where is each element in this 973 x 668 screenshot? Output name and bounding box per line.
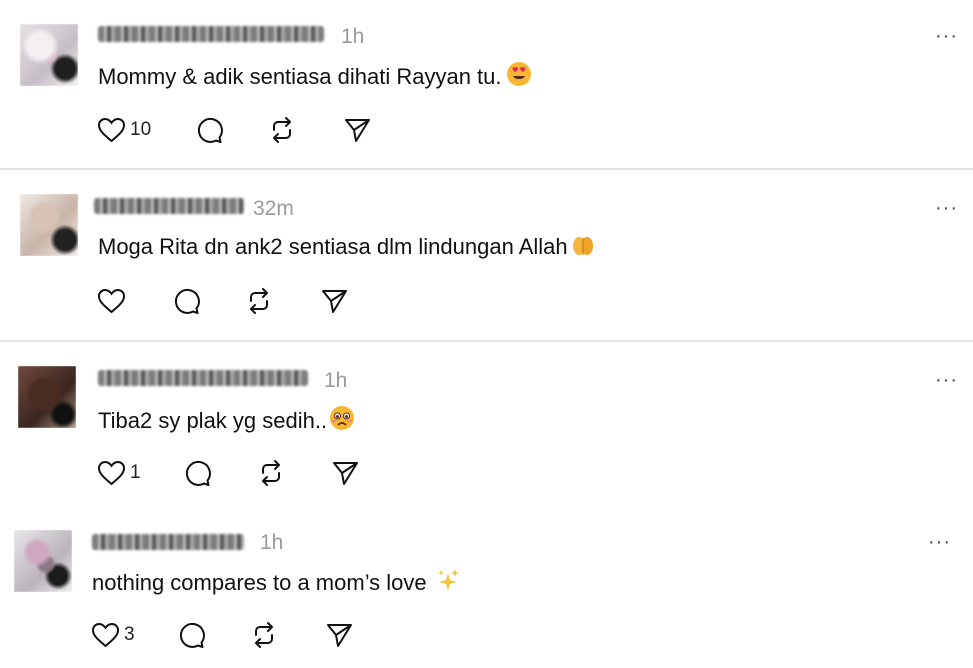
comment-text: Moga Rita dn ank2 sentiasa dlm lindungan… — [98, 234, 568, 259]
like-button[interactable]: 3 — [91, 622, 135, 648]
share-button[interactable] — [331, 459, 359, 487]
comment-4: 1h ··· nothing compares to a mom’s love … — [0, 512, 973, 668]
comment-icon — [177, 621, 205, 649]
username-blurred[interactable] — [98, 26, 324, 42]
comment-text-row: Mommy & adik sentiasa dihati Rayyan tu. — [98, 61, 532, 90]
username-blurred[interactable] — [94, 198, 244, 214]
like-count: 10 — [130, 119, 152, 140]
comment-text: Mommy & adik sentiasa dihati Rayyan tu. — [98, 64, 502, 89]
comment-text-row: Moga Rita dn ank2 sentiasa dlm lindungan… — [98, 233, 596, 260]
share-icon — [331, 459, 359, 487]
share-icon — [325, 621, 353, 649]
repost-icon — [250, 621, 278, 649]
timestamp: 1h — [341, 25, 365, 48]
comment-icon — [172, 287, 200, 315]
username-blurred[interactable] — [92, 534, 244, 550]
more-icon[interactable]: ··· — [928, 532, 951, 552]
repost-icon — [245, 287, 273, 315]
repost-button[interactable] — [245, 287, 273, 315]
timestamp: 1h — [324, 369, 348, 392]
timestamp: 1h — [260, 531, 284, 554]
comment-icon — [195, 116, 223, 144]
share-button[interactable] — [325, 621, 353, 649]
like-button[interactable]: 1 — [97, 460, 141, 486]
praying-hands-emoji-icon — [570, 233, 596, 257]
comment-text: nothing compares to a mom’s love — [92, 570, 427, 595]
reply-button[interactable] — [183, 459, 211, 487]
comment-text: Tiba2 sy plak yg sedih.. — [98, 408, 328, 433]
comment-2: 32m ··· Moga Rita dn ank2 sentiasa dlm l… — [0, 170, 973, 340]
repost-icon — [257, 459, 285, 487]
comment-1: 1h ··· Mommy & adik sentiasa dihati Rayy… — [0, 0, 973, 168]
comment-icon — [183, 459, 211, 487]
comment-feed: 1h ··· Mommy & adik sentiasa dihati Rayy… — [0, 0, 973, 668]
more-icon[interactable]: ··· — [935, 26, 958, 46]
comment-text-row: Tiba2 sy plak yg sedih.. — [98, 405, 355, 434]
sparkles-emoji-icon — [435, 567, 461, 593]
avatar[interactable] — [20, 194, 78, 256]
repost-button[interactable] — [268, 116, 296, 144]
repost-button[interactable] — [257, 459, 285, 487]
like-button[interactable] — [97, 288, 130, 314]
like-button[interactable]: 10 — [97, 117, 151, 143]
reply-button[interactable] — [172, 287, 200, 315]
more-icon[interactable]: ··· — [935, 198, 958, 218]
share-icon — [343, 116, 371, 144]
heart-icon — [97, 117, 126, 143]
repost-button[interactable] — [250, 621, 278, 649]
sad-face-emoji-icon — [329, 405, 355, 431]
share-button[interactable] — [320, 287, 348, 315]
avatar[interactable] — [20, 24, 78, 86]
like-count: 1 — [130, 462, 141, 483]
avatar[interactable] — [18, 366, 76, 428]
heart-eyes-emoji-icon — [506, 61, 532, 87]
heart-icon — [91, 622, 120, 648]
share-icon — [320, 287, 348, 315]
reply-button[interactable] — [177, 621, 205, 649]
repost-icon — [268, 116, 296, 144]
comment-3: 1h ··· Tiba2 sy plak yg sedih.. 1 — [0, 342, 973, 512]
reply-button[interactable] — [195, 116, 223, 144]
timestamp: 32m — [253, 197, 294, 220]
like-count: 3 — [124, 624, 135, 645]
heart-icon — [97, 288, 126, 314]
avatar[interactable] — [14, 530, 72, 592]
share-button[interactable] — [343, 116, 371, 144]
username-blurred[interactable] — [98, 370, 308, 386]
heart-icon — [97, 460, 126, 486]
more-icon[interactable]: ··· — [935, 370, 958, 390]
comment-text-row: nothing compares to a mom’s love — [92, 567, 461, 596]
